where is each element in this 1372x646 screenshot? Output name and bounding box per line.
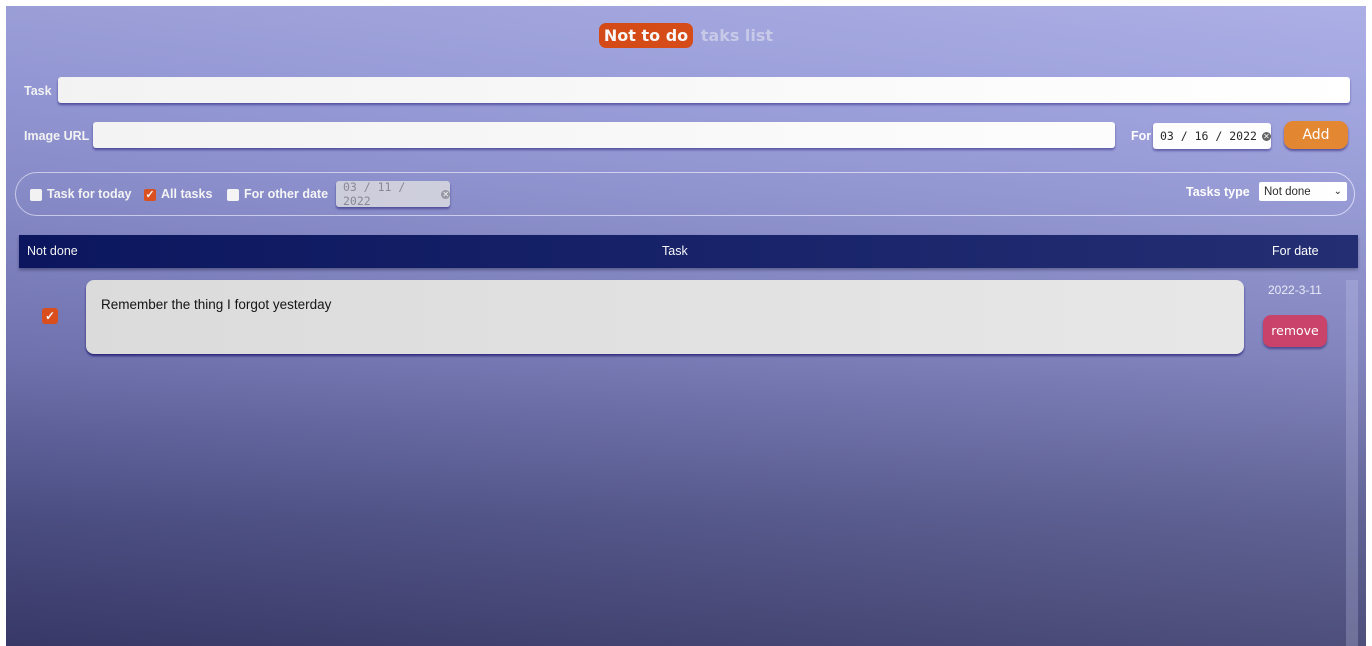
today-label: Task for today <box>47 187 132 201</box>
app-window: Not to do taks list Task Image URL For 0… <box>6 6 1366 646</box>
all-tasks-label: All tasks <box>161 187 213 201</box>
title-highlight: Not to do <box>598 23 694 48</box>
for-date-input[interactable]: 03 / 16 / 2022 ✕ <box>1153 123 1271 149</box>
tasks-type-value: Not done <box>1264 185 1311 198</box>
remove-button[interactable]: remove <box>1263 315 1327 347</box>
today-checkbox[interactable] <box>30 189 42 201</box>
clear-other-date-icon[interactable]: ✕ <box>441 189 450 199</box>
page-title: Not to do taks list <box>6 23 1366 48</box>
other-date-value: 03 / 11 / 2022 <box>343 180 406 208</box>
tasks-type-select[interactable]: Not done ⌄ <box>1259 182 1347 201</box>
task-date: 2022-3-11 <box>1268 283 1322 297</box>
clear-date-icon[interactable]: ✕ <box>1261 131 1271 141</box>
for-date-label: For <box>1131 129 1152 143</box>
task-label: Task <box>24 84 52 98</box>
other-date-label: For other date <box>244 187 329 201</box>
task-done-checkbox[interactable]: ✓ <box>42 308 58 324</box>
other-date-input[interactable]: 03 / 11 / 2022 ✕ <box>336 180 450 208</box>
col-task: Task <box>662 244 688 258</box>
chevron-down-icon: ⌄ <box>1333 186 1342 197</box>
filter-bar <box>15 172 1355 216</box>
add-button[interactable]: Add <box>1284 121 1348 149</box>
task-card: Remember the thing I forgot yesterday <box>86 280 1244 354</box>
col-for-date: For date <box>1272 244 1319 258</box>
all-tasks-checkbox[interactable]: ✓ <box>144 189 156 201</box>
task-input[interactable] <box>58 77 1350 103</box>
scrollbar[interactable] <box>1346 280 1358 646</box>
task-text: Remember the thing I forgot yesterday <box>101 297 332 312</box>
image-url-input[interactable] <box>93 122 1115 148</box>
other-date-checkbox[interactable] <box>227 189 239 201</box>
tasks-type-label: Tasks type <box>1186 185 1250 199</box>
image-url-label: Image URL <box>24 129 90 143</box>
title-rest: taks list <box>700 26 774 45</box>
table-header: Not done Task For date <box>19 235 1358 268</box>
for-date-value: 03 / 16 / 2022 <box>1160 129 1257 143</box>
col-not-done: Not done <box>27 244 78 258</box>
